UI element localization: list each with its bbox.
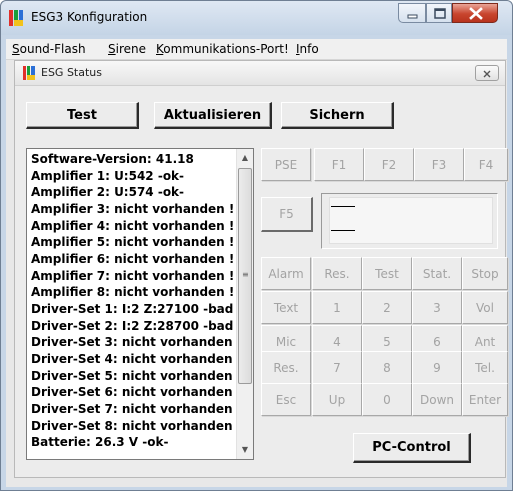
child-close-button[interactable]: [475, 65, 499, 81]
menu-sirene[interactable]: Sirene: [108, 42, 146, 56]
list-item: Software-Version: 41.18: [31, 152, 194, 166]
vertical-scrollbar[interactable]: ▲ ≡ ▼: [236, 149, 253, 459]
list-item: Amplifier 5: nicht vorhanden !: [31, 235, 235, 250]
menu-bar: Sound-Flash Sirene Kommunikations-Port! …: [6, 39, 507, 60]
status-lines: Software-Version: 41.18 Amplifier 1: U:5…: [31, 151, 243, 451]
close-icon: [469, 7, 483, 20]
list-item: Amplifier 4: nicht vorhanden !: [31, 218, 235, 233]
menu-sound-flash[interactable]: Sound-Flash: [12, 42, 86, 56]
list-item: Amplifier 6: nicht vorhanden !: [31, 251, 235, 266]
list-item: Amplifier 2: U:574 -ok-: [31, 185, 185, 200]
key-8[interactable]: 8: [362, 351, 412, 384]
key-f3[interactable]: F3: [414, 148, 464, 181]
key-down[interactable]: Down: [412, 383, 462, 416]
lcd-display: [321, 193, 498, 249]
minimize-icon: [407, 14, 418, 19]
close-button[interactable]: [452, 3, 498, 23]
pc-control-button[interactable]: PC-Control: [353, 433, 471, 463]
app-icon: [9, 10, 23, 26]
window-title: ESG3 Konfiguration: [31, 10, 148, 24]
list-item: Amplifier 1: U:542 -ok-: [31, 168, 185, 183]
list-item: Driver-Set 2: I:2 Z:28700 -bad: [31, 318, 234, 333]
key-res[interactable]: Res.: [312, 257, 362, 290]
aktualisieren-button[interactable]: Aktualisieren: [154, 102, 272, 129]
title-bar[interactable]: ESG3 Konfiguration: [1, 1, 512, 35]
list-item: Driver-Set 3: nicht vorhanden !: [31, 335, 243, 350]
menu-kommunikations-port[interactable]: Kommunikations-Port!: [156, 42, 289, 56]
maximize-button[interactable]: [426, 3, 452, 23]
child-title-bar[interactable]: ESG Status: [15, 61, 505, 86]
key-f2[interactable]: F2: [364, 148, 414, 181]
key-up[interactable]: Up: [312, 383, 362, 416]
close-icon: [483, 70, 491, 78]
key-pse[interactable]: PSE: [261, 148, 311, 181]
key-9[interactable]: 9: [412, 351, 462, 384]
key-enter[interactable]: Enter: [462, 383, 508, 416]
list-item: Batterie: 26.3 V -ok-: [31, 435, 169, 450]
list-item: Amplifier 3: nicht vorhanden !: [31, 201, 235, 216]
key-7[interactable]: 7: [312, 351, 362, 384]
grip-icon: ≡: [242, 270, 249, 279]
key-esc[interactable]: Esc: [261, 383, 311, 416]
key-vol[interactable]: Vol: [462, 291, 508, 324]
list-item: Driver-Set 5: nicht vorhanden !: [31, 368, 243, 383]
scroll-down-icon[interactable]: ▼: [237, 442, 253, 458]
menu-info[interactable]: Info: [296, 42, 319, 56]
lcd-screen: [329, 197, 493, 244]
status-listbox[interactable]: Software-Version: 41.18 Amplifier 1: U:5…: [26, 148, 254, 460]
key-res-2[interactable]: Res.: [261, 351, 311, 384]
key-0[interactable]: 0: [362, 383, 412, 416]
key-stop[interactable]: Stop: [462, 257, 508, 290]
list-item: Driver-Set 4: nicht vorhanden !: [31, 351, 243, 366]
key-test[interactable]: Test: [362, 257, 412, 290]
key-f4[interactable]: F4: [464, 148, 508, 181]
key-alarm[interactable]: Alarm: [261, 257, 311, 290]
key-1[interactable]: 1: [312, 291, 362, 324]
list-item: Amplifier 7: nicht vorhanden !: [31, 268, 235, 283]
key-tel[interactable]: Tel.: [462, 351, 508, 384]
display-line: [331, 230, 355, 231]
child-window-title: ESG Status: [41, 66, 103, 79]
child-app-icon: [23, 66, 35, 80]
list-item: Driver-Set 6: nicht vorhanden !: [31, 385, 243, 400]
display-line: [331, 206, 355, 207]
list-item: Driver-Set 7: nicht vorhanden !: [31, 401, 243, 416]
scroll-up-icon[interactable]: ▲: [237, 150, 253, 166]
key-3[interactable]: 3: [412, 291, 462, 324]
key-2[interactable]: 2: [362, 291, 412, 324]
maximize-icon: [434, 8, 446, 19]
list-item: Amplifier 8: nicht vorhanden !: [31, 285, 235, 300]
key-f5[interactable]: F5: [261, 197, 313, 232]
sichern-button[interactable]: Sichern: [281, 102, 394, 129]
key-f1[interactable]: F1: [314, 148, 364, 181]
key-stat[interactable]: Stat.: [412, 257, 462, 290]
list-item: Driver-Set 8: nicht vorhanden !: [31, 418, 243, 433]
minimize-button[interactable]: [398, 3, 426, 23]
test-button[interactable]: Test: [26, 102, 139, 129]
scrollbar-thumb[interactable]: ≡: [238, 168, 252, 384]
key-text[interactable]: Text: [261, 291, 311, 324]
list-item: Driver-Set 1: I:2 Z:27100 -bad: [31, 301, 234, 316]
